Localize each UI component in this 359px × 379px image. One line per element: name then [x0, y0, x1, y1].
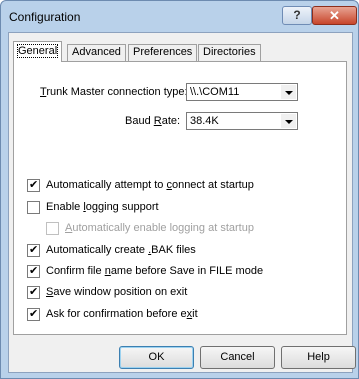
general-tab-panel: Trunk Master connection type: \\.\COM11 …	[13, 61, 347, 335]
tab-directories[interactable]: Directories	[198, 44, 261, 61]
save-window-position-label[interactable]: Save window position on exit	[46, 286, 187, 298]
window-title: Configuration	[9, 10, 81, 24]
auto-logging-label: Automatically enable logging at startup	[65, 222, 254, 234]
close-button[interactable]: ✕	[312, 6, 357, 25]
create-bak-checkbox[interactable]	[27, 243, 40, 257]
tab-directories-label: Directories	[203, 46, 256, 58]
tab-preferences-label: Preferences	[133, 46, 193, 58]
ok-button[interactable]: OK	[119, 346, 194, 369]
connection-type-dropdown[interactable]: \\.\COM11	[186, 83, 298, 101]
confirm-exit-label[interactable]: Ask for confirmation before exit	[46, 308, 198, 320]
cancel-button[interactable]: Cancel	[200, 346, 275, 369]
save-window-position-checkbox[interactable]	[27, 285, 40, 299]
tab-preferences[interactable]: Preferences	[128, 44, 198, 61]
enable-logging-label[interactable]: Enable logging support	[46, 201, 159, 213]
chevron-down-icon[interactable]	[281, 114, 296, 128]
tab-general[interactable]: General	[13, 41, 63, 62]
baud-rate-value: 38.4K	[190, 115, 219, 127]
help-button[interactable]: Help	[281, 346, 356, 369]
confirm-filename-checkbox[interactable]	[27, 264, 40, 278]
configuration-window: Configuration ? ✕ General Advanced Prefe…	[0, 0, 359, 379]
connection-type-label: Trunk Master connection type:	[40, 86, 188, 98]
tab-general-label: General	[16, 44, 59, 58]
connection-type-value: \\.\COM11	[190, 86, 240, 98]
confirm-filename-label[interactable]: Confirm file name before Save in FILE mo…	[46, 265, 263, 277]
baud-rate-dropdown[interactable]: 38.4K	[186, 112, 298, 130]
tab-advanced-label: Advanced	[72, 46, 121, 58]
auto-connect-label[interactable]: Automatically attempt to connect at star…	[46, 179, 254, 191]
create-bak-label[interactable]: Automatically create .BAK files	[46, 244, 196, 256]
baud-rate-label: Baud Rate:	[125, 115, 181, 127]
title-help-button[interactable]: ?	[282, 6, 312, 25]
title-bar[interactable]: Configuration ? ✕	[1, 1, 358, 31]
tab-advanced[interactable]: Advanced	[67, 44, 126, 61]
auto-connect-checkbox[interactable]	[27, 178, 40, 192]
dialog-client-area: General Advanced Preferences Directories…	[8, 32, 356, 373]
enable-logging-checkbox[interactable]	[27, 201, 40, 214]
auto-logging-checkbox[interactable]	[46, 222, 59, 235]
chevron-down-icon[interactable]	[281, 85, 296, 99]
confirm-exit-checkbox[interactable]	[27, 307, 40, 321]
